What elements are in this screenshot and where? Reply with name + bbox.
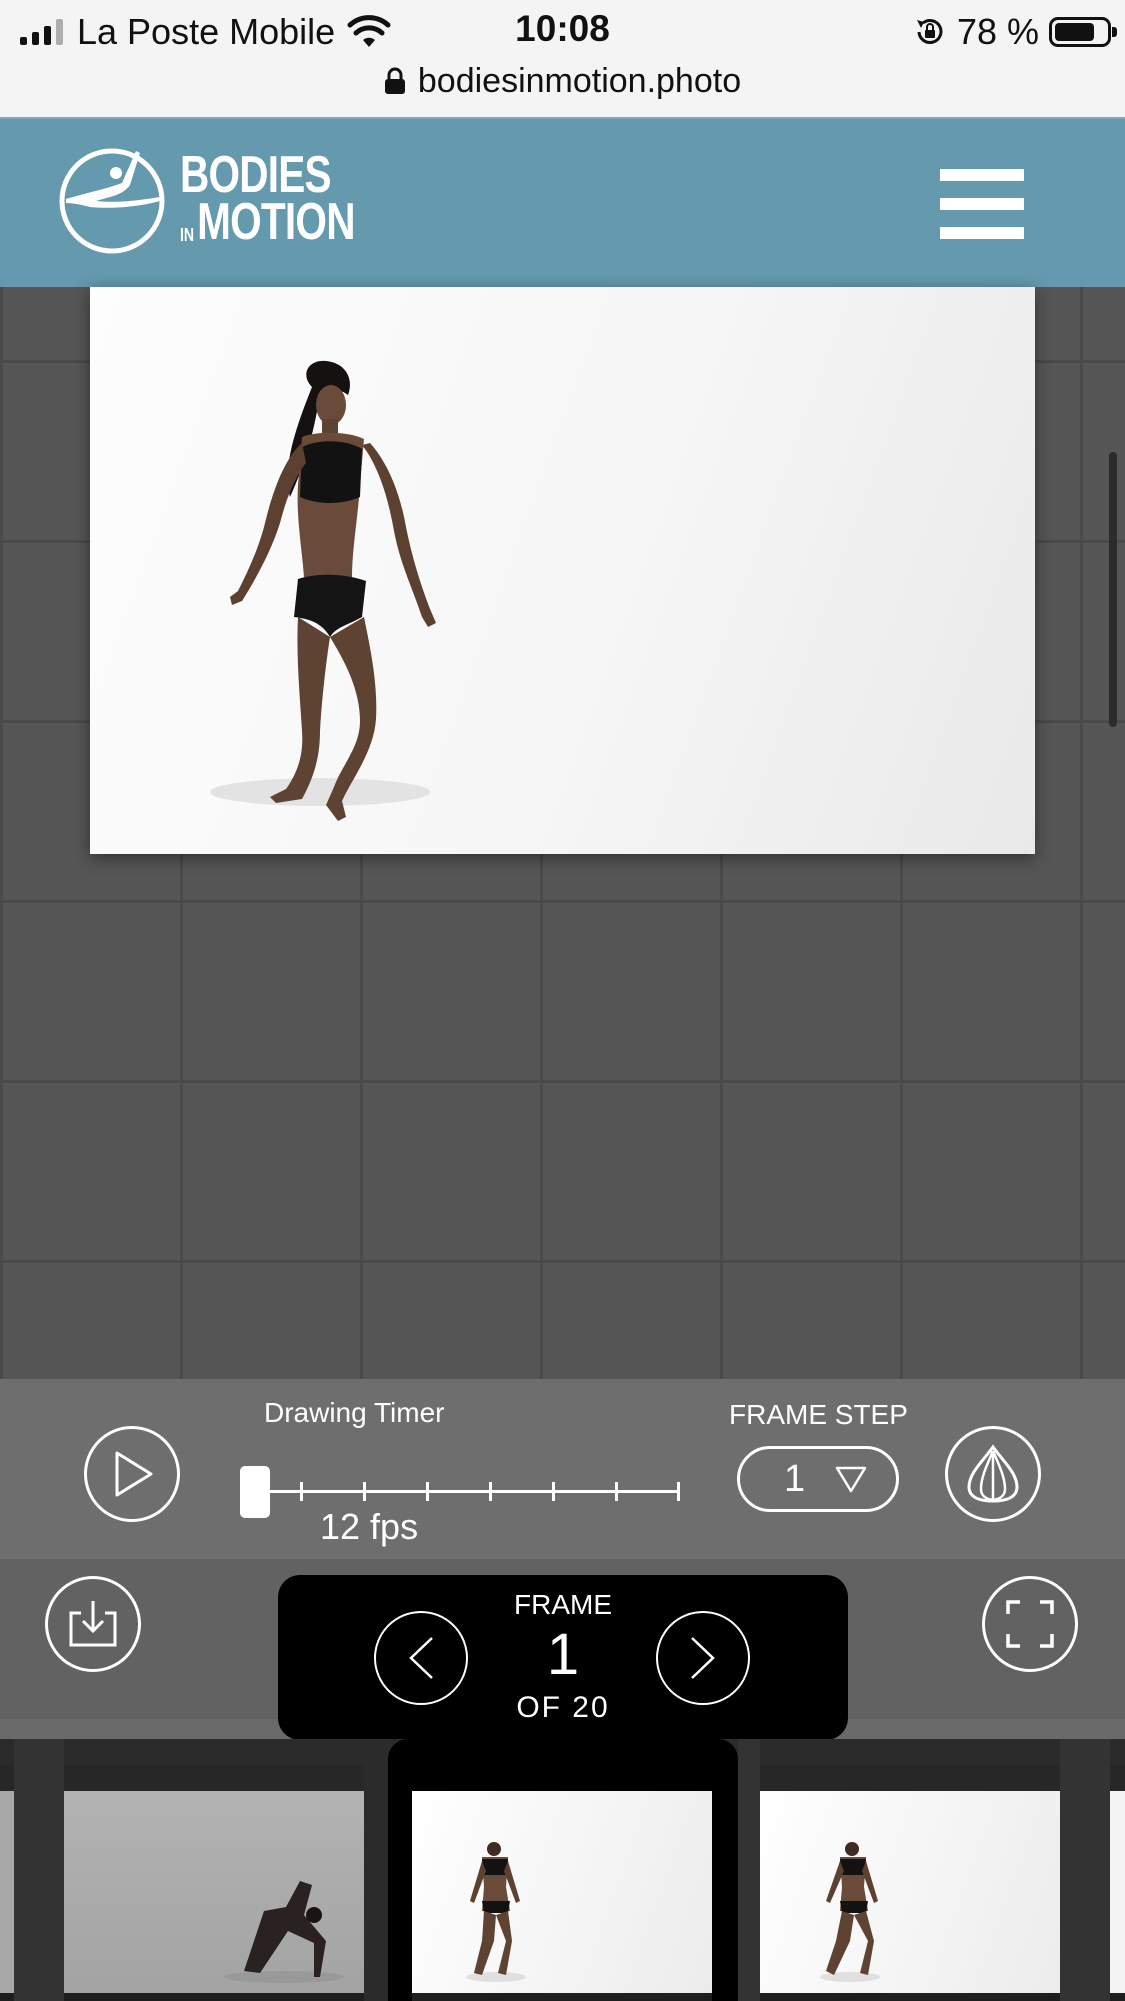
site-logo[interactable]: BODIES IN MOTION bbox=[56, 143, 404, 255]
slider-thumb[interactable] bbox=[240, 1466, 270, 1518]
battery-fill bbox=[1055, 23, 1094, 41]
slider-tick bbox=[363, 1482, 366, 1501]
scrollbar[interactable] bbox=[1109, 452, 1117, 727]
battery-nub bbox=[1112, 27, 1117, 37]
frame-current-number: 1 bbox=[546, 1622, 580, 1687]
url-text: bodiesinmotion.photo bbox=[417, 61, 742, 100]
filmstrip[interactable] bbox=[0, 1739, 1125, 2001]
slider-tick bbox=[552, 1482, 555, 1501]
ios-status-bar: La Poste Mobile 10:08 78 % bodiesinmotio… bbox=[0, 0, 1125, 117]
slider-tick bbox=[426, 1482, 429, 1501]
frame-navigator: FRAME 1 OF 20 bbox=[278, 1575, 848, 1740]
slider-tick bbox=[615, 1482, 618, 1501]
thumbnail-image bbox=[820, 1842, 880, 1982]
reference-photo bbox=[90, 287, 1035, 854]
battery-icon bbox=[1049, 17, 1117, 47]
thumbnail-image bbox=[224, 1881, 344, 1983]
play-button[interactable] bbox=[84, 1426, 180, 1522]
filmstrip-thumbnail[interactable] bbox=[760, 1765, 1060, 2001]
rotation-lock-icon bbox=[916, 19, 943, 44]
frame-step-select[interactable]: 1 bbox=[737, 1446, 899, 1512]
frame-step-value: 1 bbox=[784, 1457, 806, 1500]
logo-emblem-icon bbox=[59, 148, 165, 254]
onion-skin-icon bbox=[967, 1444, 1019, 1503]
filmstrip-thumbnail-current[interactable] bbox=[412, 1765, 712, 2001]
onion-skin-button[interactable] bbox=[945, 1426, 1041, 1522]
filmstrip-thumbnail[interactable] bbox=[0, 1765, 14, 2001]
dancer-figure-image bbox=[210, 360, 436, 821]
controls-row-top: Drawing Timer 12 fps FRAME STEP 1 bbox=[0, 1379, 1125, 1559]
site-header: BODIES IN MOTION bbox=[0, 117, 1125, 287]
frame-total: OF 20 bbox=[516, 1691, 610, 1724]
download-icon bbox=[69, 1601, 117, 1647]
menu-hamburger-icon[interactable] bbox=[940, 169, 1024, 239]
fullscreen-icon bbox=[1006, 1600, 1054, 1648]
logo-line2-small: IN bbox=[180, 225, 195, 245]
frame-label: FRAME bbox=[514, 1589, 612, 1620]
logo-line1: BODIES bbox=[180, 146, 332, 205]
fullscreen-button[interactable] bbox=[982, 1576, 1078, 1672]
play-icon bbox=[115, 1451, 153, 1497]
slider-tick bbox=[489, 1482, 492, 1501]
filmstrip-divider bbox=[14, 1739, 64, 2001]
next-frame-button[interactable] bbox=[656, 1611, 750, 1705]
logo-line2: MOTION bbox=[197, 193, 355, 251]
status-right: 78 % bbox=[913, 10, 1117, 54]
filmstrip-divider bbox=[738, 1739, 760, 2001]
chevron-right-icon bbox=[691, 1637, 715, 1679]
download-button[interactable] bbox=[45, 1576, 141, 1672]
slider-tick bbox=[300, 1482, 303, 1501]
lock-icon bbox=[384, 67, 405, 94]
previous-frame-button[interactable] bbox=[374, 1611, 468, 1705]
drawing-timer-slider[interactable] bbox=[240, 1466, 680, 1518]
dropdown-triangle-icon bbox=[835, 1466, 867, 1493]
thumbnail-image bbox=[466, 1842, 526, 1982]
logo-wordmark: BODIES IN MOTION bbox=[180, 146, 404, 251]
slider-tick bbox=[677, 1482, 680, 1501]
fps-readout: 12 fps bbox=[320, 1506, 419, 1547]
chevron-left-icon bbox=[409, 1637, 433, 1679]
filmstrip-thumbnail[interactable] bbox=[64, 1765, 364, 2001]
filmstrip-divider bbox=[1060, 1739, 1110, 2001]
battery-percent: 78 % bbox=[956, 11, 1039, 52]
filmstrip-thumbnail[interactable] bbox=[1110, 1765, 1125, 2001]
frame-step-label: FRAME STEP bbox=[729, 1399, 908, 1430]
address-bar[interactable]: bodiesinmotion.photo bbox=[0, 56, 1125, 106]
drawing-timer-label: Drawing Timer bbox=[264, 1397, 445, 1428]
